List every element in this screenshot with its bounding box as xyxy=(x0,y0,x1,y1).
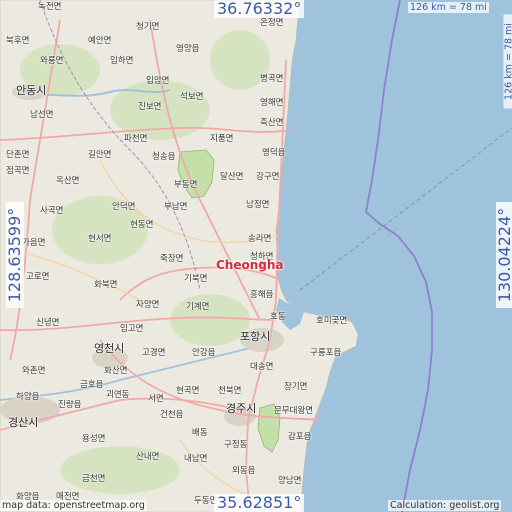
place-label: 강구면 xyxy=(256,172,280,182)
place-label: 현서면 xyxy=(88,234,112,244)
place-label: 호동 xyxy=(270,312,286,322)
place-label: 안덕면 xyxy=(112,202,136,212)
place-label: 축산면 xyxy=(260,118,284,128)
place-label: 안강읍 xyxy=(192,348,216,358)
place-label: 파천면 xyxy=(124,134,148,144)
longitude-right-label: 130.04224° xyxy=(495,202,512,308)
place-label: 석보면 xyxy=(180,92,204,102)
place-label: 건천읍 xyxy=(160,410,184,420)
place-label: 지품면 xyxy=(210,134,234,144)
place-label: 부남면 xyxy=(164,202,188,212)
place-label: 기북면 xyxy=(184,274,208,284)
place-label: 문무대왕면 xyxy=(274,406,314,416)
place-label: 진량읍 xyxy=(58,400,82,410)
place-label: 가음면 xyxy=(22,238,46,248)
place-label: 와룡면 xyxy=(40,56,64,66)
place-label: 신녕면 xyxy=(36,318,60,328)
place-label: 서면 xyxy=(148,394,164,404)
place-label: 구룡포읍 xyxy=(310,348,342,358)
place-label: 천북면 xyxy=(218,386,242,396)
attribution-text: map data: openstreetmap.org xyxy=(0,500,147,511)
place-label: 내남면 xyxy=(184,454,208,464)
place-label: 화산면 xyxy=(104,366,128,376)
place-label: 괴연동 xyxy=(106,390,130,400)
place-label: 경주시 xyxy=(226,402,257,415)
target-location-label: Cheongha xyxy=(216,258,284,272)
place-label: 금호읍 xyxy=(80,380,104,390)
place-label: 병곡면 xyxy=(260,74,284,84)
place-label: 흥해읍 xyxy=(250,290,274,300)
place-label: 사곡면 xyxy=(40,206,64,216)
place-label: 용성면 xyxy=(82,434,106,444)
place-label: 와촌면 xyxy=(22,366,46,376)
place-label: 하양읍 xyxy=(16,392,40,402)
place-label: 포항시 xyxy=(240,330,271,343)
place-label: 길안면 xyxy=(88,150,112,160)
scale-vertical-label: 126 km = 78 mi xyxy=(503,14,512,109)
place-label: 배동 xyxy=(192,428,208,438)
latitude-top-label: 36.76332° xyxy=(214,0,305,18)
place-label: 금천면 xyxy=(82,474,106,484)
calculation-credit: Calculation: geolist.org xyxy=(388,500,502,511)
place-label: 산내면 xyxy=(136,452,160,462)
latitude-bottom-label: 35.62851° xyxy=(214,494,305,512)
place-label: 옥산면 xyxy=(56,176,80,186)
place-label: 장기면 xyxy=(284,382,308,392)
place-label: 청기면 xyxy=(136,22,160,32)
place-label: 감포읍 xyxy=(288,432,312,442)
scale-horizontal-label: 126 km = 78 mi xyxy=(408,2,489,13)
place-label: 부동면 xyxy=(174,180,198,190)
place-label: 고경면 xyxy=(142,348,166,358)
place-label: 영천시 xyxy=(94,342,125,355)
place-label: 죽장면 xyxy=(160,254,184,264)
place-label: 대송면 xyxy=(250,362,274,372)
place-label: 영덕읍 xyxy=(262,148,286,158)
place-label: 현곡면 xyxy=(176,386,200,396)
place-label: 청송읍 xyxy=(152,152,176,162)
place-label: 자양면 xyxy=(136,300,160,310)
place-label: 남선면 xyxy=(30,110,54,120)
place-label: 현동면 xyxy=(130,220,154,230)
place-label: 온정면 xyxy=(260,18,284,28)
place-label: 입암면 xyxy=(146,76,170,86)
place-label: 호미곶면 xyxy=(316,316,348,326)
place-label: 화북면 xyxy=(94,280,118,290)
place-label: 진보면 xyxy=(138,102,162,112)
place-label: 기계면 xyxy=(186,302,210,312)
place-label: 달산면 xyxy=(220,172,244,182)
place-label: 구정동 xyxy=(224,440,248,450)
place-label: 고로면 xyxy=(26,272,50,282)
place-label: 영양읍 xyxy=(176,44,200,54)
place-label: 남정면 xyxy=(246,200,270,210)
place-label: 영해면 xyxy=(260,98,284,108)
place-label: 송라면 xyxy=(248,234,272,244)
place-label: 경산시 xyxy=(8,416,39,429)
map-view[interactable]: 녹전면 청기면 온정면 북후면 예안면 영양읍 와룡면 임하면 입암면 병곡면 … xyxy=(0,0,512,512)
place-label: 안동시 xyxy=(16,84,47,97)
place-label: 북후면 xyxy=(6,36,30,46)
place-label: 임고면 xyxy=(120,324,144,334)
place-label: 점곡면 xyxy=(6,166,30,176)
place-label: 녹전면 xyxy=(38,2,62,12)
place-label: 예안면 xyxy=(88,36,112,46)
place-label: 외동읍 xyxy=(232,466,256,476)
place-label: 임하면 xyxy=(110,56,134,66)
place-label: 단촌면 xyxy=(6,150,30,160)
longitude-left-label: 128.63599° xyxy=(5,202,24,308)
place-label: 양남면 xyxy=(278,476,302,486)
